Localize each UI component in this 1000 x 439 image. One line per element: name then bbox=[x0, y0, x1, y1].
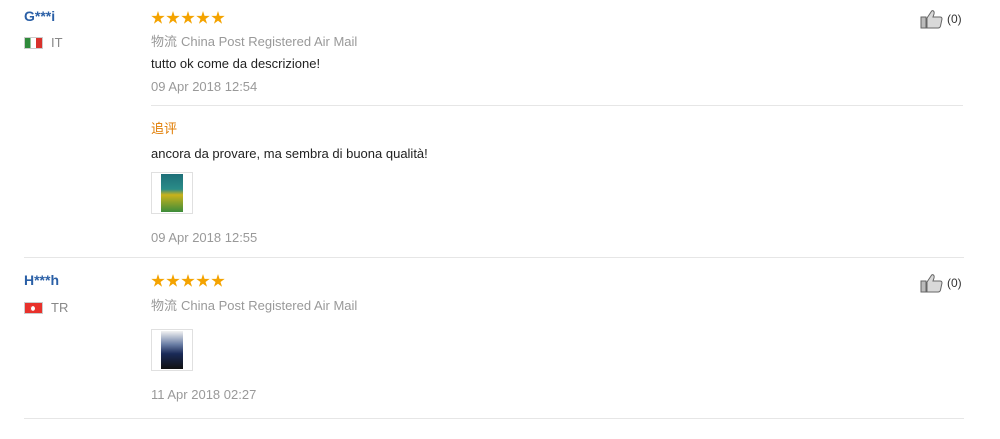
review-text: tutto ok come da descrizione! bbox=[151, 56, 321, 71]
photo-thumbnail bbox=[161, 174, 183, 212]
followup-label: 追评 bbox=[151, 121, 178, 136]
star-icon bbox=[166, 274, 180, 287]
review-photo[interactable] bbox=[151, 329, 193, 371]
country-code: IT bbox=[51, 35, 63, 50]
divider bbox=[151, 105, 963, 106]
reviewer-name: H***h bbox=[24, 272, 60, 288]
helpful-button[interactable]: (0) bbox=[920, 9, 962, 29]
star-rating bbox=[151, 11, 225, 25]
shipping-method: China Post Registered Air Mail bbox=[181, 34, 358, 49]
star-rating bbox=[151, 274, 225, 288]
followup-date: 09 Apr 2018 12:55 bbox=[151, 230, 258, 245]
star-icon bbox=[181, 11, 195, 24]
review-separator bbox=[24, 418, 964, 419]
star-icon bbox=[196, 11, 210, 24]
star-icon bbox=[196, 274, 210, 287]
shipping-label: 物流 bbox=[151, 34, 178, 49]
helpful-button[interactable]: (0) bbox=[920, 273, 962, 293]
helpful-count: (0) bbox=[947, 276, 962, 290]
review-date: 11 Apr 2018 02:27 bbox=[151, 387, 257, 402]
review-photo[interactable] bbox=[151, 172, 193, 214]
turkey-flag-icon bbox=[24, 301, 43, 314]
reviewer-name: G***i bbox=[24, 8, 56, 24]
country-code: TR bbox=[51, 300, 69, 315]
italy-flag-icon bbox=[24, 36, 43, 49]
star-icon bbox=[211, 274, 225, 287]
star-icon bbox=[166, 11, 180, 24]
review-date: 09 Apr 2018 12:54 bbox=[151, 79, 258, 94]
star-icon bbox=[151, 274, 165, 287]
shipping-info: 物流 China Post Registered Air Mail bbox=[151, 31, 357, 50]
star-icon bbox=[151, 11, 165, 24]
helpful-count: (0) bbox=[947, 12, 962, 26]
shipping-info: 物流 China Post Registered Air Mail bbox=[151, 295, 357, 314]
star-icon bbox=[181, 274, 195, 287]
review-separator bbox=[24, 257, 964, 258]
reviewer-country: TR bbox=[24, 300, 68, 315]
thumbs-up-icon bbox=[920, 274, 943, 293]
reviewer-country: IT bbox=[24, 35, 63, 50]
shipping-label: 物流 bbox=[151, 298, 178, 313]
star-icon bbox=[211, 11, 225, 24]
followup-text: ancora da provare, ma sembra di buona qu… bbox=[151, 146, 428, 161]
thumbs-up-icon bbox=[920, 10, 943, 29]
shipping-method: China Post Registered Air Mail bbox=[181, 298, 358, 313]
photo-thumbnail bbox=[161, 331, 183, 369]
